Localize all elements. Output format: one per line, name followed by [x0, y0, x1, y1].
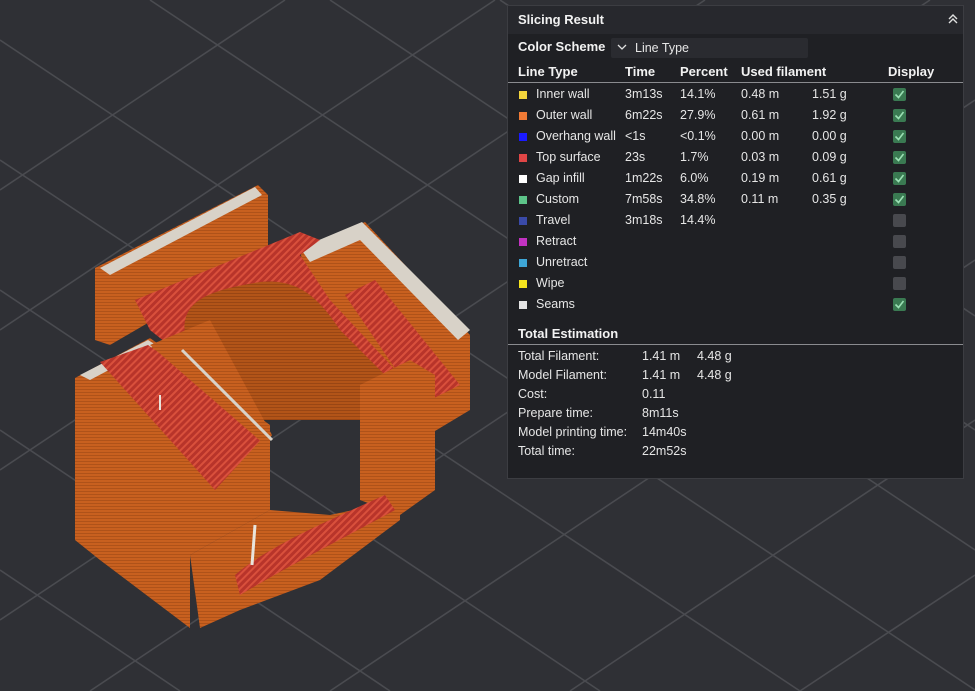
total-label: Total Filament:: [518, 349, 600, 363]
total-label: Total time:: [518, 444, 575, 458]
line-type-swatch: [519, 301, 527, 309]
total-label: Model Filament:: [518, 368, 607, 382]
line-type-percent: 1.7%: [680, 150, 709, 164]
line-type-time: 7m58s: [625, 192, 663, 206]
col-display: Display: [888, 64, 935, 79]
display-checkbox[interactable]: [893, 88, 906, 101]
total-value: 14m40s: [642, 425, 687, 439]
line-type-swatch: [519, 91, 527, 99]
line-type-length: 0.00 m: [741, 129, 780, 143]
display-checkbox[interactable]: [893, 298, 906, 311]
line-type-weight: 0.61 g: [812, 171, 847, 185]
display-checkbox[interactable]: [893, 256, 906, 269]
line-type-name: Outer wall: [536, 108, 593, 122]
line-type-percent: 34.8%: [680, 192, 716, 206]
panel-title: Slicing Result: [518, 12, 604, 27]
line-type-time: 1m22s: [625, 171, 663, 185]
total-label: Model printing time:: [518, 425, 628, 439]
line-type-length: 0.48 m: [741, 87, 780, 101]
total-value: 1.41 m: [642, 368, 681, 382]
line-type-length: 0.03 m: [741, 150, 780, 164]
col-percent: Percent: [680, 64, 728, 79]
color-scheme-value: Line Type: [635, 41, 689, 55]
line-type-swatch: [519, 175, 527, 183]
line-type-swatch: [519, 259, 527, 267]
line-type-swatch: [519, 238, 527, 246]
line-type-time: <1s: [625, 129, 646, 143]
line-type-time: 3m13s: [625, 87, 663, 101]
total-value: 8m11s: [642, 406, 679, 420]
line-type-swatch: [519, 112, 527, 120]
line-type-weight: 0.09 g: [812, 150, 847, 164]
total-value: 1.41 m: [642, 349, 681, 363]
line-type-percent: 14.4%: [680, 213, 716, 227]
sliced-model[interactable]: [75, 185, 470, 628]
header-divider: [508, 82, 963, 83]
total-value-secondary: 4.48 g: [697, 368, 732, 382]
line-type-time: 23s: [625, 150, 646, 164]
line-type-name: Seams: [536, 297, 575, 311]
col-time: Time: [625, 64, 656, 79]
total-value: 0.11: [642, 387, 666, 401]
line-type-swatch: [519, 217, 527, 225]
line-type-length: 0.19 m: [741, 171, 780, 185]
line-type-weight: 1.92 g: [812, 108, 847, 122]
col-used-filament: Used filament: [741, 64, 827, 79]
line-type-name: Unretract: [536, 255, 588, 269]
line-type-time: 3m18s: [625, 213, 663, 227]
total-value-secondary: 4.48 g: [697, 349, 732, 363]
line-type-time: 6m22s: [625, 108, 663, 122]
line-type-weight: 0.00 g: [812, 129, 847, 143]
line-type-percent: 14.1%: [680, 87, 716, 101]
display-checkbox[interactable]: [893, 172, 906, 185]
line-type-weight: 0.35 g: [812, 192, 847, 206]
line-type-length: 0.61 m: [741, 108, 780, 122]
line-type-name: Overhang wall: [536, 129, 616, 143]
slicing-result-panel: Slicing Result Color Scheme Line Type Li…: [507, 5, 964, 479]
double-chevron-up-icon[interactable]: [946, 12, 960, 26]
line-type-name: Retract: [536, 234, 577, 248]
line-type-length: 0.11 m: [741, 192, 779, 206]
chevron-down-icon: [617, 41, 627, 55]
line-type-name: Inner wall: [536, 87, 590, 101]
line-type-swatch: [519, 280, 527, 288]
line-type-name: Top surface: [536, 150, 601, 164]
display-checkbox[interactable]: [893, 109, 906, 122]
total-estimation-title: Total Estimation: [518, 326, 619, 341]
total-divider: [508, 344, 963, 345]
line-type-swatch: [519, 196, 527, 204]
display-checkbox[interactable]: [893, 130, 906, 143]
line-type-percent: 6.0%: [680, 171, 709, 185]
display-checkbox[interactable]: [893, 277, 906, 290]
color-scheme-label: Color Scheme: [518, 39, 606, 54]
display-checkbox[interactable]: [893, 214, 906, 227]
line-type-swatch: [519, 154, 527, 162]
total-label: Prepare time:: [518, 406, 594, 420]
line-type-swatch: [519, 133, 527, 141]
line-type-percent: <0.1%: [680, 129, 716, 143]
line-type-name: Travel: [536, 213, 571, 227]
display-checkbox[interactable]: [893, 151, 906, 164]
line-type-name: Custom: [536, 192, 580, 206]
total-value: 22m52s: [642, 444, 687, 458]
line-type-percent: 27.9%: [680, 108, 716, 122]
total-label: Cost:: [518, 387, 548, 401]
col-line-type: Line Type: [518, 64, 578, 79]
line-type-weight: 1.51 g: [812, 87, 847, 101]
display-checkbox[interactable]: [893, 193, 906, 206]
display-checkbox[interactable]: [893, 235, 906, 248]
color-scheme-select[interactable]: Line Type: [611, 38, 808, 58]
line-type-name: Wipe: [536, 276, 565, 290]
line-type-name: Gap infill: [536, 171, 585, 185]
